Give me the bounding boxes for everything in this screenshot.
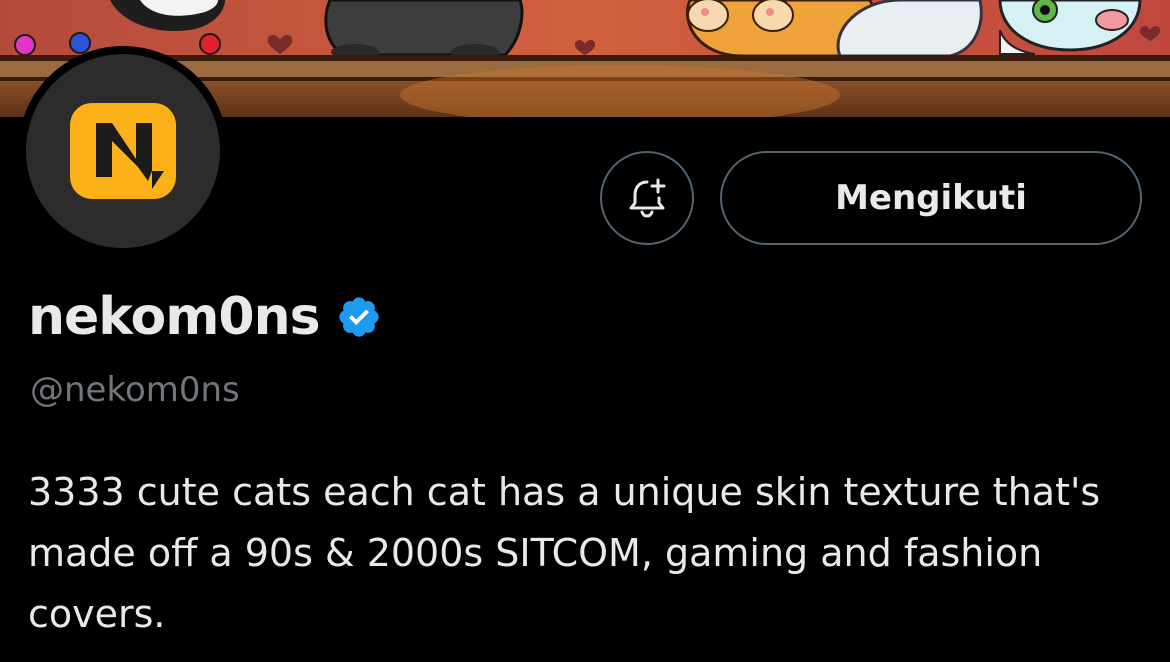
display-name-row: nekom0ns bbox=[28, 282, 382, 352]
verified-badge-icon[interactable] bbox=[336, 294, 382, 340]
avatar[interactable] bbox=[26, 54, 220, 248]
following-button[interactable]: Mengikuti bbox=[720, 151, 1142, 245]
notifications-button[interactable] bbox=[600, 151, 694, 245]
profile-page: Mengikuti nekom0ns @nekom0ns 3333 cute c… bbox=[0, 0, 1170, 662]
profile-bio: 3333 cute cats each cat has a unique ski… bbox=[28, 470, 1101, 636]
username-handle: @nekom0ns bbox=[30, 370, 240, 410]
avatar-ring bbox=[18, 46, 228, 256]
bell-plus-icon bbox=[629, 178, 666, 218]
display-name: nekom0ns bbox=[28, 287, 321, 347]
nekom0ns-logo-icon bbox=[70, 103, 176, 199]
